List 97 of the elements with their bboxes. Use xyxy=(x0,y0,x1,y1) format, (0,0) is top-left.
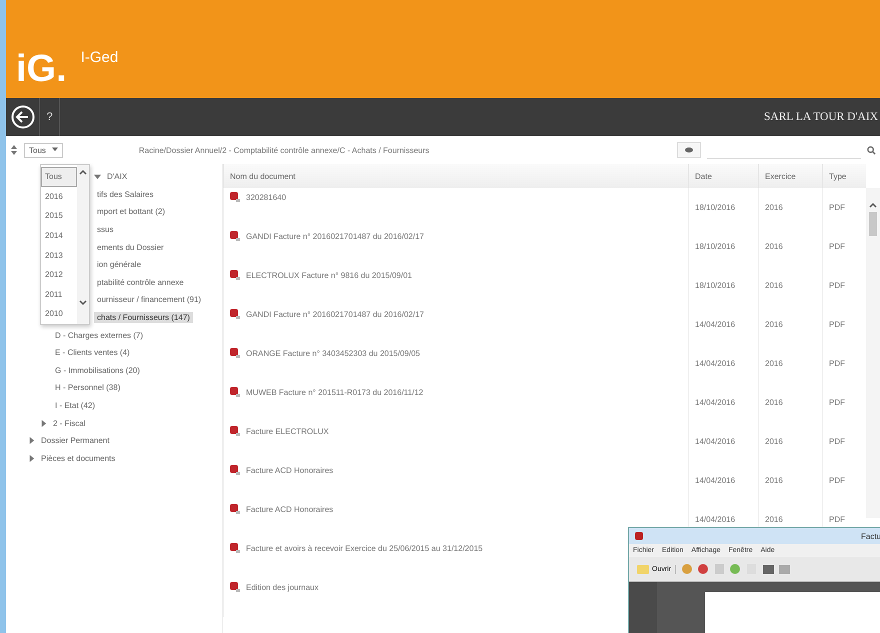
type-cell: PDF xyxy=(829,203,845,212)
document-name[interactable]: GANDI Facture n° 2016021701487 du 2016/02/17 xyxy=(246,232,424,240)
tree-item[interactable]: chats / Fournisseurs (147) xyxy=(94,312,193,324)
app-name: I-Ged xyxy=(80,49,118,66)
date-cell: 14/04/2016 xyxy=(695,437,736,446)
type-cell: PDF xyxy=(829,515,845,524)
pdf-icon xyxy=(230,426,240,436)
document-name[interactable]: Edition des journaux xyxy=(246,582,318,592)
year-cell: 2016 xyxy=(765,476,783,485)
tree-item[interactable]: 2 - Fiscal xyxy=(50,418,88,429)
column-header[interactable]: Nom du document xyxy=(223,164,688,188)
tree-item[interactable]: ion générale xyxy=(94,259,144,270)
tree-item[interactable]: G - Immobilisations (20) xyxy=(52,364,143,376)
date-cell: 14/04/2016 xyxy=(695,476,736,485)
caret-right-icon[interactable] xyxy=(28,454,35,462)
year-option[interactable]: Tous xyxy=(41,167,77,187)
year-cell: 2016 xyxy=(765,359,783,368)
tree-item[interactable]: Pièces et documents xyxy=(38,452,118,464)
type-cell: PDF xyxy=(829,242,845,251)
pdf-icon xyxy=(230,387,240,397)
document-name[interactable]: 320281640 xyxy=(246,192,286,202)
tree-item[interactable]: I - Etat (42) xyxy=(52,400,98,412)
date-cell: 14/04/2016 xyxy=(695,515,736,524)
column-header[interactable]: Exercice xyxy=(758,164,822,188)
company-name: SARL LA TOUR D'AIX xyxy=(764,111,878,123)
scrollbar[interactable] xyxy=(866,188,880,518)
pdf-icon xyxy=(230,582,240,592)
dropdown-scrollbar[interactable] xyxy=(77,165,89,324)
date-cell: 18/10/2016 xyxy=(695,203,736,212)
document-name[interactable]: ORANGE Facture n° 3403452303 du 2015/09/05 xyxy=(246,348,420,358)
eye-icon xyxy=(685,147,693,153)
column-header[interactable]: Type xyxy=(822,164,866,188)
app-icon xyxy=(635,532,643,540)
pdf-icon xyxy=(230,231,240,241)
date-cell: 18/10/2016 xyxy=(695,242,736,251)
tree-item[interactable]: mport et bottant (2) xyxy=(94,206,168,218)
pdf-icon xyxy=(230,504,240,514)
sort-icon[interactable] xyxy=(10,145,18,155)
year-cell: 2016 xyxy=(765,281,783,290)
tree-item[interactable]: H - Personnel (38) xyxy=(52,382,124,394)
type-cell: PDF xyxy=(829,281,845,290)
chevron-down-icon[interactable] xyxy=(79,300,87,306)
chevron-up-icon[interactable] xyxy=(869,202,877,208)
year-cell: 2016 xyxy=(765,437,783,446)
document-name[interactable]: Facture ACD Honoraires xyxy=(246,466,334,474)
document-name[interactable]: Facture et avoirs à recevoir Exercice du 25/06/2015 au 31/12/2015 xyxy=(246,544,483,552)
logo: iG. xyxy=(16,50,67,88)
view-button[interactable] xyxy=(677,142,701,158)
tree-item[interactable]: E - Clients ventes (4) xyxy=(52,347,133,358)
chevron-up-icon[interactable] xyxy=(79,169,87,175)
type-cell: PDF xyxy=(829,476,845,485)
year-option[interactable]: 2016 xyxy=(41,186,77,206)
document-name[interactable]: Facture ELECTROLUX xyxy=(246,426,329,436)
pdf-icon xyxy=(230,465,240,475)
year-option[interactable]: 2010 xyxy=(41,304,77,324)
year-cell: 2016 xyxy=(765,242,783,251)
tree-item[interactable]: D'AIX xyxy=(104,171,130,182)
caret-down-icon xyxy=(52,146,58,152)
pdf-icon xyxy=(230,192,240,202)
date-cell: 18/10/2016 xyxy=(695,281,736,290)
type-cell: PDF xyxy=(829,437,845,446)
toolbar-icons-drawing[interactable] xyxy=(681,563,792,575)
year-cell: 2016 xyxy=(765,203,783,212)
pdf-icon xyxy=(230,270,240,280)
column-header[interactable]: Date xyxy=(688,164,758,188)
caret-down-icon[interactable] xyxy=(94,173,101,180)
tree-item[interactable]: ssus xyxy=(94,224,116,236)
document-name[interactable]: Facture ACD Honoraires xyxy=(246,504,334,514)
tree-item[interactable]: ements du Dossier xyxy=(94,242,167,253)
date-cell: 14/04/2016 xyxy=(695,320,736,329)
date-cell: 14/04/2016 xyxy=(695,398,736,407)
date-cell: 14/04/2016 xyxy=(695,359,736,368)
caret-right-icon[interactable] xyxy=(40,420,47,427)
type-cell: PDF xyxy=(829,320,845,329)
search-icon[interactable] xyxy=(867,146,876,154)
tree-item[interactable]: ptabilité contrôle annexe xyxy=(94,276,187,288)
tree-item[interactable]: Dossier Permanent xyxy=(38,435,112,446)
pdf-icon xyxy=(230,309,240,319)
caret-right-icon[interactable] xyxy=(28,437,35,444)
document-name[interactable]: GANDI Facture n° 2016021701487 du 2016/02/17 xyxy=(246,310,424,318)
help-button[interactable]: ? xyxy=(40,98,60,136)
year-cell: 2016 xyxy=(765,320,783,329)
tree-item[interactable]: ournisseur / financement (91) xyxy=(94,294,204,306)
breadcrumb: Racine/Dossier Annuel/2 - Comptabilité contrôle annexe/C - Achats / Fournisseurs xyxy=(138,146,430,154)
scrollbar-thumb[interactable] xyxy=(869,212,877,236)
type-cell: PDF xyxy=(829,398,845,407)
tree-item[interactable]: tifs des Salaires xyxy=(94,188,156,200)
year-filter-select[interactable]: Tous xyxy=(24,142,63,158)
pdf-icon xyxy=(230,348,240,358)
folder-icon xyxy=(637,564,649,574)
type-cell: PDF xyxy=(829,359,845,368)
document-name[interactable]: ELECTROLUX Facture n° 9816 du 2015/09/01 xyxy=(246,270,412,280)
year-cell: 2016 xyxy=(765,398,783,407)
year-cell: 2016 xyxy=(765,515,783,524)
tree-item[interactable]: D - Charges externes (7) xyxy=(52,330,146,341)
document-name[interactable]: MUWEB Facture n° 201511-R0173 du 2016/11/12 xyxy=(246,388,424,396)
pdf-icon xyxy=(230,543,240,553)
